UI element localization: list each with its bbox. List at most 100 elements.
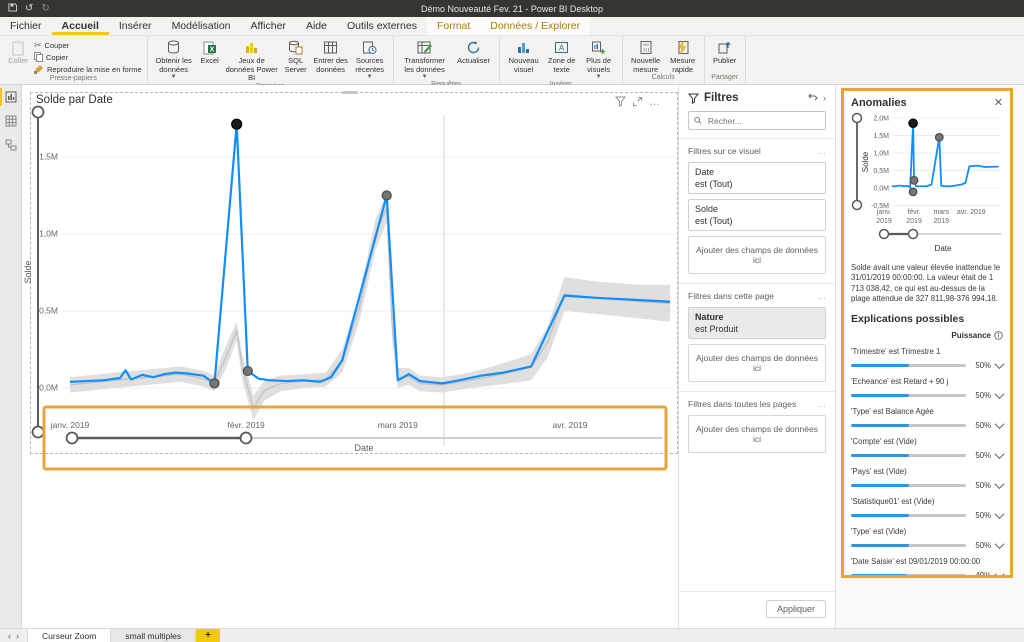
prev-page-icon[interactable]: ‹ — [8, 631, 11, 641]
recent-sources-button[interactable]: Sources récentes▼ — [352, 38, 388, 81]
filters-search-input[interactable] — [706, 115, 820, 127]
anomaly-marker-gray[interactable] — [935, 133, 943, 141]
section-more-options-icon[interactable]: … — [818, 146, 827, 156]
expand-pane-icon[interactable] — [808, 93, 818, 103]
refresh-button[interactable]: Actualiser — [454, 38, 494, 66]
strength-slider[interactable] — [851, 544, 966, 547]
new-measure-button[interactable]: Nouvelle mesure — [628, 38, 664, 74]
get-data-button[interactable]: Obtenir les données▼ — [153, 38, 195, 81]
anomaly-marker-gray[interactable] — [910, 177, 918, 185]
format-painter-button[interactable]: Reproduire la mise en forme — [34, 64, 142, 75]
tab-afficher[interactable]: Afficher — [241, 17, 296, 35]
mini-vertical-slider-handle-top[interactable] — [853, 114, 862, 123]
filters-pane-title: Filtres — [704, 92, 803, 104]
collapse-pane-icon[interactable]: › — [823, 93, 826, 103]
filter-icon[interactable] — [615, 96, 626, 107]
mini-horizontal-slider-handle-right[interactable] — [909, 230, 918, 239]
focus-mode-icon[interactable] — [632, 96, 643, 107]
ribbon-group-calculations: Nouvelle mesure Mesure rapide Calculs — [623, 36, 705, 84]
chevron-down-icon[interactable] — [995, 539, 1005, 549]
publish-button[interactable]: Publier — [710, 38, 740, 66]
report-canvas[interactable]: Solde par Date … — [22, 85, 678, 628]
chevron-down-icon[interactable] — [995, 479, 1005, 489]
filter-field-name: Solde — [695, 204, 819, 214]
text-box-button[interactable]: A Zone de texte — [546, 38, 578, 74]
ribbon-group-clipboard: Coller ✂ Couper Copier Reprodui — [0, 36, 148, 84]
anomaly-marker-gray[interactable] — [909, 188, 917, 196]
filters-search-box[interactable] — [688, 111, 826, 130]
mini-horizontal-zoom-slider[interactable] — [880, 230, 1002, 239]
chevron-down-icon[interactable] — [995, 359, 1005, 369]
add-data-fields-dropzone[interactable]: Ajouter des champs de données ici — [688, 344, 826, 382]
strength-slider[interactable] — [851, 394, 966, 397]
tab-accueil[interactable]: Accueil — [52, 17, 109, 35]
report-view-button[interactable] — [0, 85, 22, 109]
tab-format[interactable]: Format — [427, 17, 480, 35]
strength-slider[interactable] — [851, 574, 966, 577]
strength-slider[interactable] — [851, 454, 966, 457]
add-data-fields-dropzone[interactable]: Ajouter des champs de données ici — [688, 236, 826, 274]
chevron-down-icon[interactable] — [995, 419, 1005, 429]
anomalies-title: Anomalies — [851, 97, 994, 109]
strength-slider[interactable] — [851, 424, 966, 427]
tab-inserer[interactable]: Insérer — [109, 17, 162, 35]
chevron-down-icon[interactable] — [995, 449, 1005, 459]
strength-fill — [851, 484, 909, 487]
strength-slider[interactable] — [851, 364, 966, 367]
explanation-label: 'Type' est (Vide) — [851, 527, 1003, 536]
close-icon[interactable]: ✕ — [994, 96, 1003, 109]
section-more-options-icon[interactable]: … — [818, 399, 827, 409]
new-visual-button[interactable]: Nouveau visuel — [505, 38, 543, 74]
page-tab-curseur-zoom[interactable]: Curseur Zoom — [27, 629, 111, 642]
section-more-options-icon[interactable]: … — [818, 291, 827, 301]
tab-outils-externes[interactable]: Outils externes — [337, 17, 427, 35]
tab-donnees-explorer[interactable]: Données / Explorer — [480, 17, 590, 35]
new-measure-label: Nouvelle mesure — [628, 57, 664, 74]
ribbon-group-queries: Transformer les données▼ Actualiser Requ… — [394, 36, 500, 84]
paste-button[interactable]: Coller — [5, 38, 31, 66]
next-page-icon[interactable]: › — [16, 631, 19, 641]
cut-button[interactable]: ✂ Couper — [34, 40, 142, 51]
mini-horizontal-slider-handle-left[interactable] — [880, 230, 889, 239]
explanation-row: 'Pays' est (Vide) 50% — [851, 467, 1003, 490]
tab-modelisation[interactable]: Modélisation — [162, 17, 241, 35]
apply-button[interactable]: Appliquer — [766, 600, 826, 618]
filter-card-solde[interactable]: Solde est (Tout) — [688, 199, 826, 231]
transform-data-button[interactable]: Transformer les données▼ — [399, 38, 451, 81]
powerbi-datasets-button[interactable]: Jeux de données Power BI — [225, 38, 279, 83]
filter-card-nature[interactable]: Nature est Produit — [688, 307, 826, 339]
sql-server-button[interactable]: SQL Server — [282, 38, 310, 74]
page-tab-small-multiples[interactable]: small multiples — [111, 629, 196, 642]
filter-card-date[interactable]: Date est (Tout) — [688, 162, 826, 194]
strength-slider[interactable] — [851, 514, 966, 517]
anomaly-marker-black[interactable] — [909, 119, 917, 127]
tab-fichier[interactable]: Fichier — [0, 17, 52, 35]
tab-aide[interactable]: Aide — [296, 17, 337, 35]
chevron-down-icon[interactable] — [995, 509, 1005, 519]
get-data-icon — [166, 38, 181, 57]
strength-label: Puissance — [951, 331, 991, 340]
excel-button[interactable]: X Excel — [198, 38, 222, 66]
info-icon[interactable] — [994, 331, 1003, 340]
page-tabs-bar: ‹ › Curseur Zoom small multiples + — [0, 628, 1024, 642]
explanation-row: 'Echeance' est Retard + 90 j 50% — [851, 377, 1003, 400]
quick-measure-button[interactable]: Mesure rapide — [667, 38, 699, 74]
enter-data-button[interactable]: Entrer des données — [313, 38, 349, 74]
more-visuals-label: Plus de visuels — [581, 57, 617, 74]
strength-percent: 50% — [971, 541, 991, 550]
strength-slider[interactable] — [851, 484, 966, 487]
new-page-button[interactable]: + — [196, 629, 220, 642]
data-view-button[interactable] — [0, 109, 22, 133]
text-box-label: Zone de texte — [546, 57, 578, 74]
more-visuals-button[interactable]: Plus de visuels▼ — [581, 38, 617, 81]
chevron-down-icon[interactable] — [995, 389, 1005, 399]
more-options-icon[interactable]: … — [649, 99, 661, 105]
filters-section-label: Filtres dans toutes les pages — [688, 399, 796, 409]
add-data-fields-dropzone[interactable]: Ajouter des champs de données ici — [688, 415, 826, 453]
model-view-button[interactable] — [0, 133, 22, 157]
chevron-down-icon[interactable] — [995, 569, 1005, 578]
explanations-title: Explications possibles — [851, 313, 1003, 325]
copy-button[interactable]: Copier — [34, 52, 142, 63]
visual-drag-handle[interactable] — [342, 91, 358, 94]
mini-vertical-slider-handle-bottom[interactable] — [853, 201, 862, 210]
